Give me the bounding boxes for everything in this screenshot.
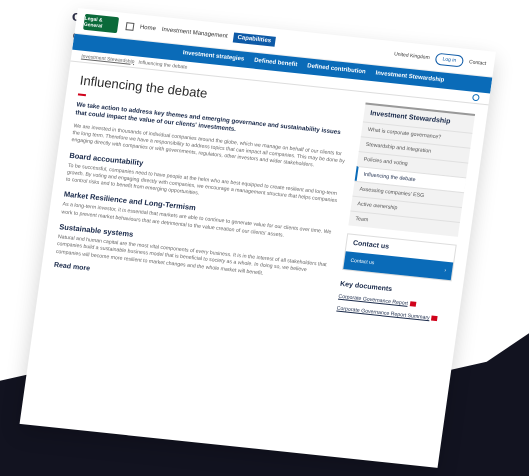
nav-investment-strategies[interactable]: Investment strategies — [182, 50, 244, 62]
laptop-screen-wrapper: Legal & General Home Investment Manageme… — [0, 0, 529, 476]
breadcrumb-capabilities[interactable]: Capabilities — [232, 31, 276, 47]
home-icon[interactable] — [125, 21, 135, 31]
pdf-icon — [431, 315, 439, 322]
nav-defined-contribution[interactable]: Defined contribution — [307, 63, 366, 75]
nav-defined-benefit[interactable]: Defined benefit — [254, 58, 298, 68]
title-accent — [77, 93, 87, 97]
search-icon[interactable] — [471, 93, 480, 102]
contact-button-label: Contact us — [350, 257, 375, 267]
arrow-right-icon: › — [443, 267, 447, 274]
sidebar: Investment Stewardship What is corporate… — [336, 102, 476, 326]
region-selector[interactable]: United Kingdom — [394, 51, 430, 61]
header-actions: United Kingdom Log in Contact — [393, 48, 487, 70]
breadcrumb-home[interactable]: Home — [140, 24, 157, 32]
page-content: Influencing the debate We take action to… — [38, 61, 489, 337]
stewardship-menu: Investment Stewardship What is corporate… — [348, 102, 476, 237]
key-documents: Key documents Corporate Governance Repor… — [336, 278, 451, 326]
logo-text: Legal & General — [83, 15, 104, 30]
main-column: Influencing the debate We take action to… — [51, 73, 353, 314]
pdf-icon — [409, 301, 417, 307]
login-button[interactable]: Log in — [434, 52, 464, 67]
website-screen: Legal & General Home Investment Manageme… — [19, 8, 496, 468]
contact-link[interactable]: Contact — [469, 59, 487, 67]
contact-box: Contact us Contact us › — [342, 233, 457, 282]
breadcrumb-investment-management[interactable]: Investment Management — [161, 26, 228, 39]
brand-logo[interactable]: Legal & General — [83, 13, 120, 33]
